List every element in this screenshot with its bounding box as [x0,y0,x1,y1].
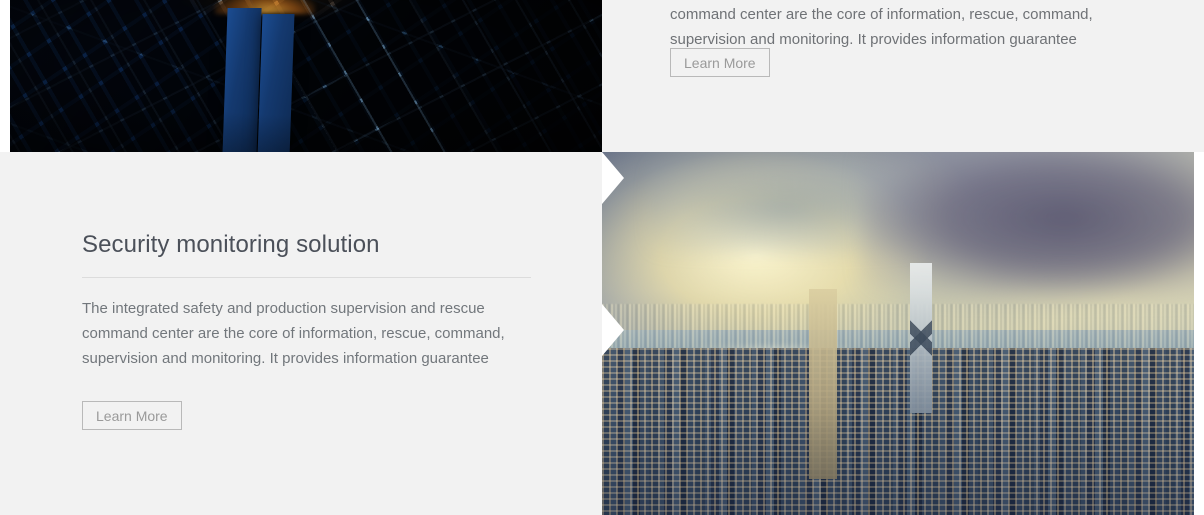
page-title: Security monitoring solution [82,231,380,258]
page-root: The integrated safety and production sup… [0,0,1204,515]
top-learn-more-wrap: Learn More [670,48,770,77]
title-divider [82,277,531,278]
feature-learn-more-wrap: Learn More [82,401,182,430]
feature-learn-more-button[interactable]: Learn More [82,401,182,430]
aerial-vignette [10,0,602,152]
feature-paragraph: The integrated safety and production sup… [82,300,505,367]
harbour-haze-overlay [602,152,1194,515]
aerial-night-city-image [10,0,602,152]
harbour-dusk-city-image [602,152,1194,515]
top-panel-paragraph: The integrated safety and production sup… [670,6,1093,48]
top-learn-more-button[interactable]: Learn More [670,48,770,77]
